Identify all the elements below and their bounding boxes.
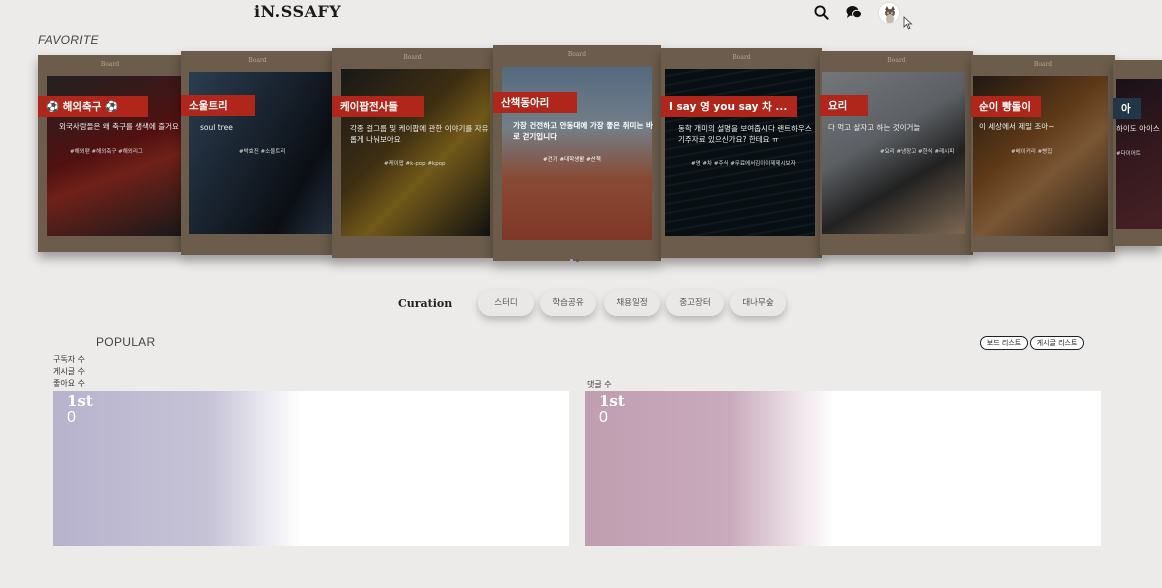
card-tags: #다이어트 [1116, 151, 1141, 157]
card-board-caption: Board [1033, 61, 1053, 68]
board-list-button[interactable]: 보드 리스트 [980, 336, 1028, 350]
favorite-card[interactable]: Board 소울트리 soul tree #박효진 #소울트리 [181, 51, 334, 255]
card-board-caption: Board [567, 51, 587, 58]
card-description: 하이도 아이스 아 [1116, 124, 1160, 133]
favorite-card[interactable]: Board I say 영 you say 차 ... 동학 개미의 설명을 보… [661, 48, 822, 258]
mouse-cursor-icon [903, 16, 913, 30]
stat-posts[interactable]: 게시글 수 [53, 366, 85, 377]
curation-chip-bamboo[interactable]: 대나무숲 [730, 290, 786, 316]
card-title-ribbon: 산책동아리 [493, 92, 577, 113]
card-photo [341, 69, 490, 236]
search-icon[interactable] [814, 5, 829, 20]
stat-subscribers[interactable]: 구독자 수 [53, 354, 85, 365]
card-tags: #베이커리 #빵집 [1011, 149, 1053, 155]
favorite-card[interactable]: Board ⚽ 해외축구 ⚽ 외국사람들은 왜 축구를 생색에 즐거요 #해외팬… [38, 55, 182, 252]
card-description: 각종 걸그룹 및 케이팝에 관한 이야기를 자유롭게 나눠보아요 [350, 124, 489, 144]
curation-chip-market[interactable]: 중고장터 [666, 290, 724, 316]
post-list-button[interactable]: 게시글 리스트 [1030, 336, 1084, 350]
card-board-caption: Board [732, 54, 751, 61]
rank-label: 1st [599, 392, 625, 410]
card-description: 다 먹고 살자고 하는 것이거늘 [828, 123, 921, 132]
curation-chip-study[interactable]: 스터디 [478, 290, 534, 316]
card-tags: #박효진 #소울트리 [239, 149, 286, 155]
card-title-ribbon: 순이 빵돌이 [971, 96, 1041, 117]
card-tags: #영 #차 #주식 #무료에서김이이제제시보자 [691, 161, 796, 167]
card-description: 이 세상에서 제일 조아~ [979, 122, 1055, 131]
rank-label: 1st [67, 392, 93, 410]
card-tags: #해외팬 #해외축구 #해외리그 [70, 149, 143, 155]
carousel-dot[interactable] [576, 259, 579, 262]
card-tags: #케이팝 #k-pop #kpop [384, 161, 446, 167]
curation-chip-learning[interactable]: 학습공유 [540, 290, 596, 316]
card-board-caption: Board [100, 61, 120, 68]
site-logo[interactable]: iN.SSAFY [254, 2, 341, 21]
card-board-caption: Board [403, 54, 422, 61]
user-avatar[interactable] [878, 2, 900, 24]
rank-count: 0 [67, 409, 76, 426]
card-title-ribbon: ⚽ 해외축구 ⚽ [38, 96, 148, 117]
card-description: 외국사람들은 왜 축구를 생색에 즐거요 [59, 122, 179, 131]
card-tags: #건기 #대학생활 #산책 [543, 157, 601, 163]
card-photo [665, 69, 815, 236]
carousel-dot-active[interactable] [570, 259, 573, 262]
curation-chip-jobs[interactable]: 채용일정 [604, 290, 660, 316]
card-description: 동학 개미의 설명을 보여줍시다 랜트하우스 기주자료 있으신가요? 한테요 ㅠ [678, 124, 812, 144]
popular-rank-card[interactable]: 1st 0 [53, 391, 569, 546]
card-title-ribbon: 소울트리 [181, 95, 255, 116]
rank-count: 0 [599, 409, 608, 426]
carousel-pagination[interactable] [570, 247, 582, 266]
popular-rank-card[interactable]: 1st 0 [585, 391, 1101, 546]
cat-avatar-icon [879, 3, 899, 23]
favorite-card[interactable]: Board 순이 빵돌이 이 세상에서 제일 조아~ #베이커리 #빵집 [971, 55, 1115, 252]
card-title-ribbon: 요리 [820, 95, 868, 116]
chat-bubble-icon[interactable] [846, 5, 862, 20]
card-title-ribbon: I say 영 you say 차 ... [661, 96, 797, 117]
card-board-caption: Board [248, 57, 267, 64]
favorite-card[interactable]: Board 케이팝전사들 각종 걸그룹 및 케이팝에 관한 이야기를 자유롭게 … [332, 48, 493, 258]
favorite-card-active[interactable]: Board 산책동아리 가장 건전하고 안동대에 가장 좋은 취미는 바로 걷기… [493, 45, 661, 261]
stat-comments[interactable]: 댓글 수 [587, 379, 612, 390]
curation-title: Curation [398, 297, 453, 310]
favorite-card[interactable]: Board 요리 다 먹고 살자고 하는 것이거늘 #요리 #냉장고 #한식 #… [820, 51, 973, 255]
card-tags: #요리 #냉장고 #한식 #레시피 [880, 149, 955, 155]
favorite-card[interactable]: 아 하이도 아이스 아 #다이어트 [1113, 60, 1162, 246]
stat-likes[interactable]: 좋아요 수 [53, 378, 85, 389]
card-title-ribbon: 아 [1113, 98, 1141, 119]
popular-section-label: POPULAR [96, 335, 156, 349]
card-board-caption: Board [887, 57, 906, 64]
card-description: 가장 건전하고 안동대에 가장 좋은 취미는 바로 걷기입니다 [513, 121, 653, 141]
card-title-ribbon: 케이팝전사들 [332, 96, 424, 117]
card-description: soul tree [200, 123, 233, 132]
favorite-carousel[interactable]: Board ⚽ 해외축구 ⚽ 외국사람들은 왜 축구를 생색에 즐거요 #해외팬… [0, 44, 1162, 266]
